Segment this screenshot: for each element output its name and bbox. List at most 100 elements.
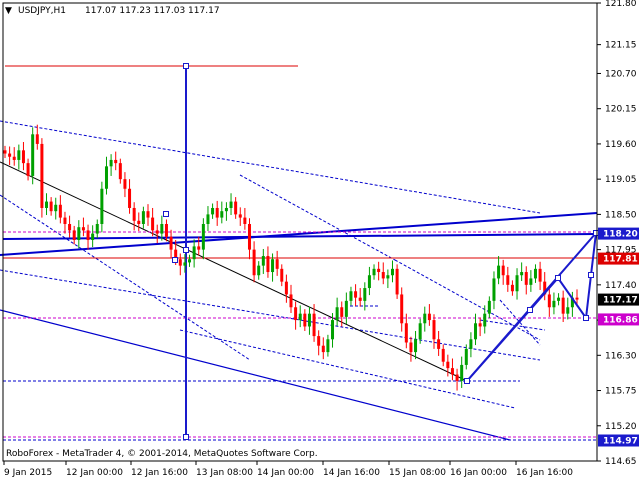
anchor-node: [183, 434, 189, 440]
header-ohlc: 117.07 117.23 117.03 117.17: [85, 6, 220, 16]
price-chart[interactable]: 121.80 121.15 120.70 120.15 119.60 119.05 118.…: [0, 0, 640, 480]
candle-body: [307, 313, 311, 327]
candle-body: [575, 297, 579, 300]
forecast-node: [527, 307, 533, 313]
candle-body: [243, 217, 247, 224]
candle-body: [197, 246, 201, 250]
candle-body: [155, 230, 159, 234]
candle-body: [17, 150, 21, 160]
candle-body: [321, 345, 325, 353]
candle-body: [201, 223, 205, 250]
candle-body: [340, 307, 344, 317]
forecast-node: [583, 315, 589, 321]
candle-body: [128, 188, 132, 208]
candle-body: [215, 207, 219, 218]
candle-body: [192, 246, 196, 260]
candle-body: [395, 268, 399, 295]
candle-body: [400, 294, 404, 324]
candle-body: [432, 320, 436, 340]
anchor-node: [183, 247, 189, 253]
candle-body: [72, 230, 76, 241]
candle-body: [386, 275, 390, 279]
candle-body: [524, 272, 528, 285]
candle-body: [68, 223, 72, 231]
candle-body: [280, 268, 284, 282]
candle-body: [492, 278, 496, 301]
forecast-projection: [163, 63, 599, 440]
x-tick-label: 12 Jan 00:00: [66, 468, 123, 478]
candle-body: [344, 300, 348, 317]
x-tick-label: 15 Jan 08:00: [389, 468, 446, 478]
x-axis: 9 Jan 2015 12 Jan 00:00 12 Jan 16:00 13 Jan…: [3, 461, 573, 478]
candle-body: [118, 163, 122, 180]
candle-body: [8, 153, 12, 157]
candle-body: [298, 313, 302, 321]
candle-body: [104, 166, 108, 189]
candle-body: [469, 339, 473, 349]
candle-body: [363, 288, 367, 301]
y-tick-label: 117.40: [605, 281, 637, 291]
forecast-node: [464, 378, 470, 384]
forecast-node: [588, 272, 594, 278]
candle-body: [81, 227, 85, 231]
header-arrow[interactable]: ▼: [5, 6, 12, 16]
candle-body: [132, 207, 136, 221]
candle-body: [460, 364, 464, 381]
candle-body: [146, 211, 150, 218]
candle-body: [164, 223, 168, 237]
candle-body: [40, 143, 44, 208]
candle-body: [169, 236, 173, 250]
x-tick-label: 16 Jan 16:00: [516, 468, 573, 478]
y-tick-label: 120.15: [605, 105, 637, 115]
y-tick-label: 119.05: [605, 175, 637, 185]
y-tick-label: 119.60: [605, 140, 637, 150]
analysis-lines: [0, 65, 598, 441]
candle-body: [220, 211, 224, 218]
candle-body: [377, 268, 381, 273]
candle-body: [381, 272, 385, 279]
candle-body: [137, 220, 141, 224]
fan-line-b: [394, 259, 541, 341]
candle-body: [510, 284, 514, 292]
x-tick-label: 14 Jan 00:00: [257, 468, 314, 478]
price-tag-label: 117.81: [603, 255, 638, 265]
y-tick-label: 116.30: [605, 351, 637, 361]
candle-body: [35, 134, 39, 144]
price-tag-label: 114.97: [603, 437, 638, 447]
candle-body: [354, 291, 358, 298]
candle-body: [437, 339, 441, 349]
candle-body: [3, 150, 7, 154]
y-tick-label: 114.65: [605, 457, 637, 467]
candle-body: [114, 159, 118, 164]
candle-body: [238, 214, 242, 218]
candle-body: [474, 323, 478, 340]
candle-body: [497, 265, 501, 279]
candle-body: [294, 307, 298, 321]
candle-body: [501, 265, 505, 276]
anchor-node: [172, 257, 178, 263]
candle-body: [326, 339, 330, 353]
candle-body: [178, 259, 182, 266]
footer-copyright: RoboForex - MetaTrader 4, © 2001-2014, M…: [6, 449, 318, 459]
candle-body: [252, 249, 256, 276]
candle-body: [206, 214, 210, 224]
x-tick-label: 14 Jan 16:00: [323, 468, 380, 478]
candle-body: [26, 163, 30, 176]
channel-line-upper: [0, 120, 541, 214]
candle-body: [464, 348, 468, 365]
channel-line-middle: [0, 194, 251, 361]
candle-body: [91, 233, 95, 241]
candle-body: [31, 134, 35, 176]
candle-body: [247, 223, 251, 250]
header-symbol: USDJPY,H1: [18, 6, 66, 16]
candle-body: [211, 207, 215, 215]
candle-body: [409, 342, 413, 353]
candle-body: [303, 313, 307, 327]
candle-body: [487, 300, 491, 314]
candle-body: [506, 275, 510, 285]
price-tag-label: 116.86: [603, 315, 638, 325]
candle-body: [520, 272, 524, 276]
x-tick-label: 12 Jan 16:00: [131, 468, 188, 478]
forecast-node: [593, 230, 599, 236]
x-tick-label: 9 Jan 2015: [4, 468, 52, 478]
